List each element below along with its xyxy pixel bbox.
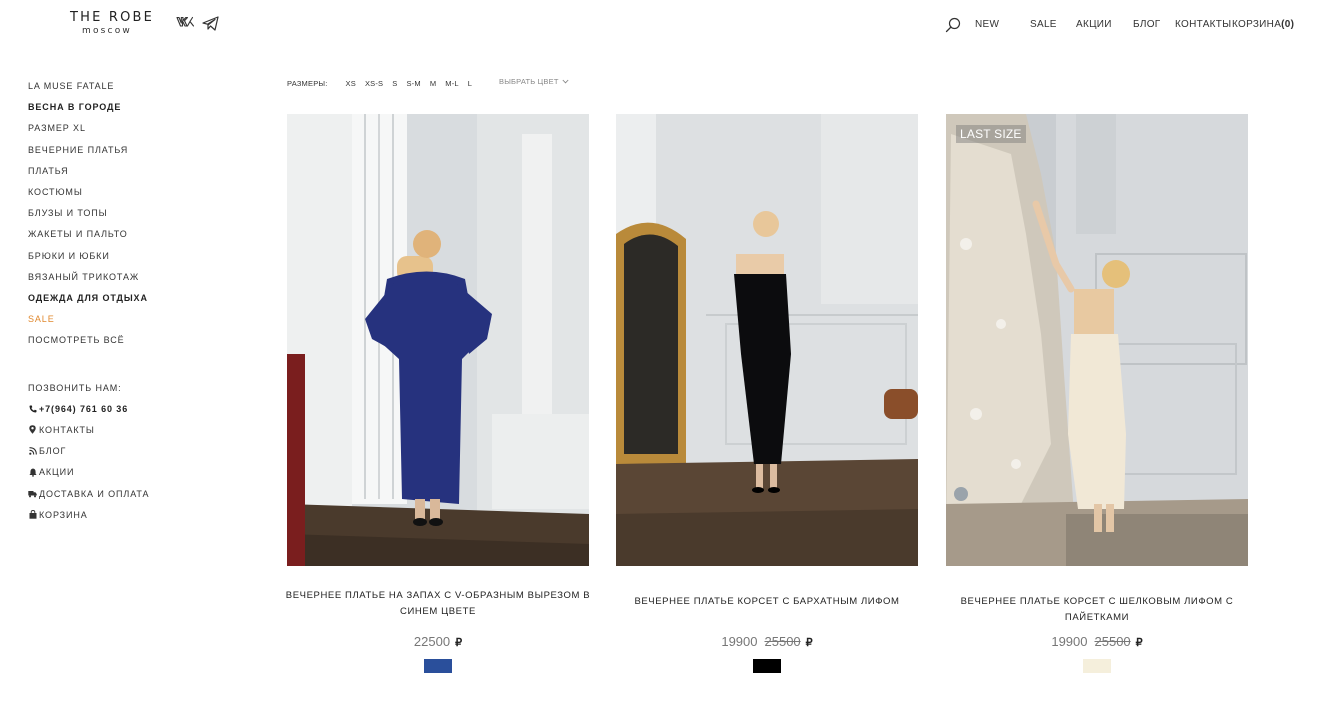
sidebar-item-blouses-tops[interactable]: БЛУЗЫ И ТОПЫ — [28, 207, 228, 228]
size-option-xs-s[interactable]: XS-S — [365, 79, 383, 88]
nav-new[interactable]: NEW — [975, 19, 999, 30]
color-swatch[interactable] — [1083, 659, 1111, 673]
phone-number: +7(964) 761 60 36 — [39, 403, 129, 414]
old-price: 25500 — [764, 634, 801, 649]
sidebar-item-trousers-skirts[interactable]: БРЮКИ И ЮБКИ — [28, 250, 228, 271]
current-price: 19900 — [721, 634, 758, 649]
sidebar-item-size-xl[interactable]: РАЗМЕР XL — [28, 122, 228, 143]
nav-blog[interactable]: БЛОГ — [1133, 19, 1161, 30]
product-name[interactable]: ВЕЧЕРНЕЕ ПЛАТЬЕ НА ЗАПАХ С V-ОБРАЗНЫМ ВЫ… — [277, 588, 599, 619]
call-us-label: ПОЗВОНИТЬ НАМ: — [28, 382, 122, 393]
nav-cart[interactable]: КОРЗИНА(0) — [1232, 19, 1294, 30]
old-price: 25500 — [1094, 634, 1131, 649]
sidebar-item-view-all[interactable]: ПОСМОТРЕТЬ ВСЁ — [28, 334, 228, 355]
vk-icon[interactable] — [176, 16, 195, 28]
product-photo[interactable] — [616, 114, 918, 566]
sidebar-item-sale[interactable]: SALE — [28, 313, 228, 334]
contacts-link[interactable]: КОНТАКТЫ — [28, 419, 248, 440]
product-card[interactable]: LAST SIZE ВЕЧЕРНЕЕ ПЛАТЬЕ КОРСЕТ С ШЕЛКО… — [946, 114, 1248, 673]
nav-sale[interactable]: SALE — [1030, 19, 1057, 30]
last-size-badge: LAST SIZE — [956, 125, 1026, 143]
promos-label: АКЦИИ — [39, 467, 75, 478]
size-option-l[interactable]: L — [468, 79, 472, 88]
sidebar-cart-link[interactable]: КОРЗИНА — [28, 504, 248, 525]
blog-link[interactable]: БЛОГ — [28, 441, 248, 462]
logo-title: THE ROBE — [70, 10, 155, 25]
cart-count: (0) — [1281, 19, 1295, 30]
blog-label: БЛОГ — [39, 446, 67, 457]
product-price: 19900 25500 ₽ — [616, 634, 918, 649]
sidebar-contacts: ПОЗВОНИТЬ НАМ: +7(964) 761 60 36 КОНТАКТ… — [28, 377, 248, 525]
promos-link[interactable]: АКЦИИ — [28, 462, 248, 483]
sidebar-cart-label: КОРЗИНА — [39, 509, 88, 520]
product-price: 22500 ₽ — [287, 634, 589, 649]
contacts-label: КОНТАКТЫ — [39, 424, 95, 435]
product-name[interactable]: ВЕЧЕРНЕЕ ПЛАТЬЕ КОРСЕТ С БАРХАТНЫМ ЛИФОМ — [606, 594, 928, 610]
sidebar-item-knitwear[interactable]: ВЯЗАНЫЙ ТРИКОТАЖ — [28, 271, 228, 292]
size-option-m-l[interactable]: M-L — [445, 79, 459, 88]
size-option-s-m[interactable]: S-M — [406, 79, 420, 88]
sidebar-item-leisurewear[interactable]: ОДЕЖДА ДЛЯ ОТДЫХА — [28, 292, 228, 313]
delivery-label: ДОСТАВКА И ОПЛАТА — [39, 488, 150, 499]
product-photo[interactable] — [287, 114, 589, 566]
sidebar-item-evening-dresses[interactable]: ВЕЧЕРНИЕ ПЛАТЬЯ — [28, 144, 228, 165]
sidebar-item-suits[interactable]: КОСТЮМЫ — [28, 186, 228, 207]
chevron-down-icon — [562, 79, 569, 84]
size-option-m[interactable]: M — [430, 79, 436, 88]
sidebar-item-dresses[interactable]: ПЛАТЬЯ — [28, 165, 228, 186]
color-swatch[interactable] — [424, 659, 452, 673]
current-price: 19900 — [1051, 634, 1088, 649]
nav-contacts[interactable]: КОНТАКТЫ — [1175, 19, 1231, 30]
truck-icon — [28, 489, 37, 498]
category-sidebar: LA MUSE FATALE ВЕСНА В ГОРОДЕ РАЗМЕР XL … — [28, 80, 228, 355]
search-icon[interactable] — [945, 17, 961, 33]
sizes-label: РАЗМЕРЫ: — [287, 78, 328, 88]
current-price: 22500 — [413, 634, 451, 649]
phone-link[interactable]: +7(964) 761 60 36 — [28, 398, 248, 419]
size-option-s[interactable]: S — [392, 79, 397, 88]
product-price: 19900 25500 ₽ — [946, 634, 1248, 649]
sidebar-item-spring-in-town[interactable]: ВЕСНА В ГОРОДЕ — [28, 101, 228, 122]
product-name[interactable]: ВЕЧЕРНЕЕ ПЛАТЬЕ КОРСЕТ С ШЕЛКОВЫМ ЛИФОМ … — [936, 594, 1258, 625]
color-swatch[interactable] — [753, 659, 781, 673]
size-filter: РАЗМЕРЫ: XS XS-S S S-M M M-L L — [287, 77, 481, 89]
color-filter-dropdown[interactable]: ВЫБРАТЬ ЦВЕТ — [499, 77, 569, 86]
bell-icon — [28, 468, 37, 477]
sidebar-item-la-muse-fatale[interactable]: LA MUSE FATALE — [28, 80, 228, 101]
logo-subtitle: moscow — [82, 26, 132, 36]
currency-symbol: ₽ — [805, 637, 813, 649]
currency-symbol: ₽ — [1135, 637, 1143, 649]
map-pin-icon — [28, 425, 37, 435]
product-card[interactable]: ВЕЧЕРНЕЕ ПЛАТЬЕ КОРСЕТ С БАРХАТНЫМ ЛИФОМ… — [616, 114, 918, 673]
sidebar-item-jackets-coats[interactable]: ЖАКЕТЫ И ПАЛЬТО — [28, 228, 228, 249]
telegram-icon[interactable] — [202, 16, 219, 31]
phone-icon — [28, 404, 37, 413]
size-option-xs[interactable]: XS — [346, 79, 356, 88]
nav-promos[interactable]: АКЦИИ — [1076, 19, 1112, 30]
delivery-link[interactable]: ДОСТАВКА И ОПЛАТА — [28, 483, 248, 504]
cart-label: КОРЗИНА — [1232, 19, 1282, 30]
color-filter-label: ВЫБРАТЬ ЦВЕТ — [499, 77, 559, 86]
product-photo[interactable]: LAST SIZE — [946, 114, 1248, 566]
currency-symbol: ₽ — [455, 637, 463, 649]
rss-icon — [28, 447, 37, 456]
brand-logo[interactable]: THE ROBE moscow — [70, 10, 155, 37]
shopping-bag-icon — [28, 510, 37, 519]
product-card[interactable]: ВЕЧЕРНЕЕ ПЛАТЬЕ НА ЗАПАХ С V-ОБРАЗНЫМ ВЫ… — [286, 114, 590, 673]
